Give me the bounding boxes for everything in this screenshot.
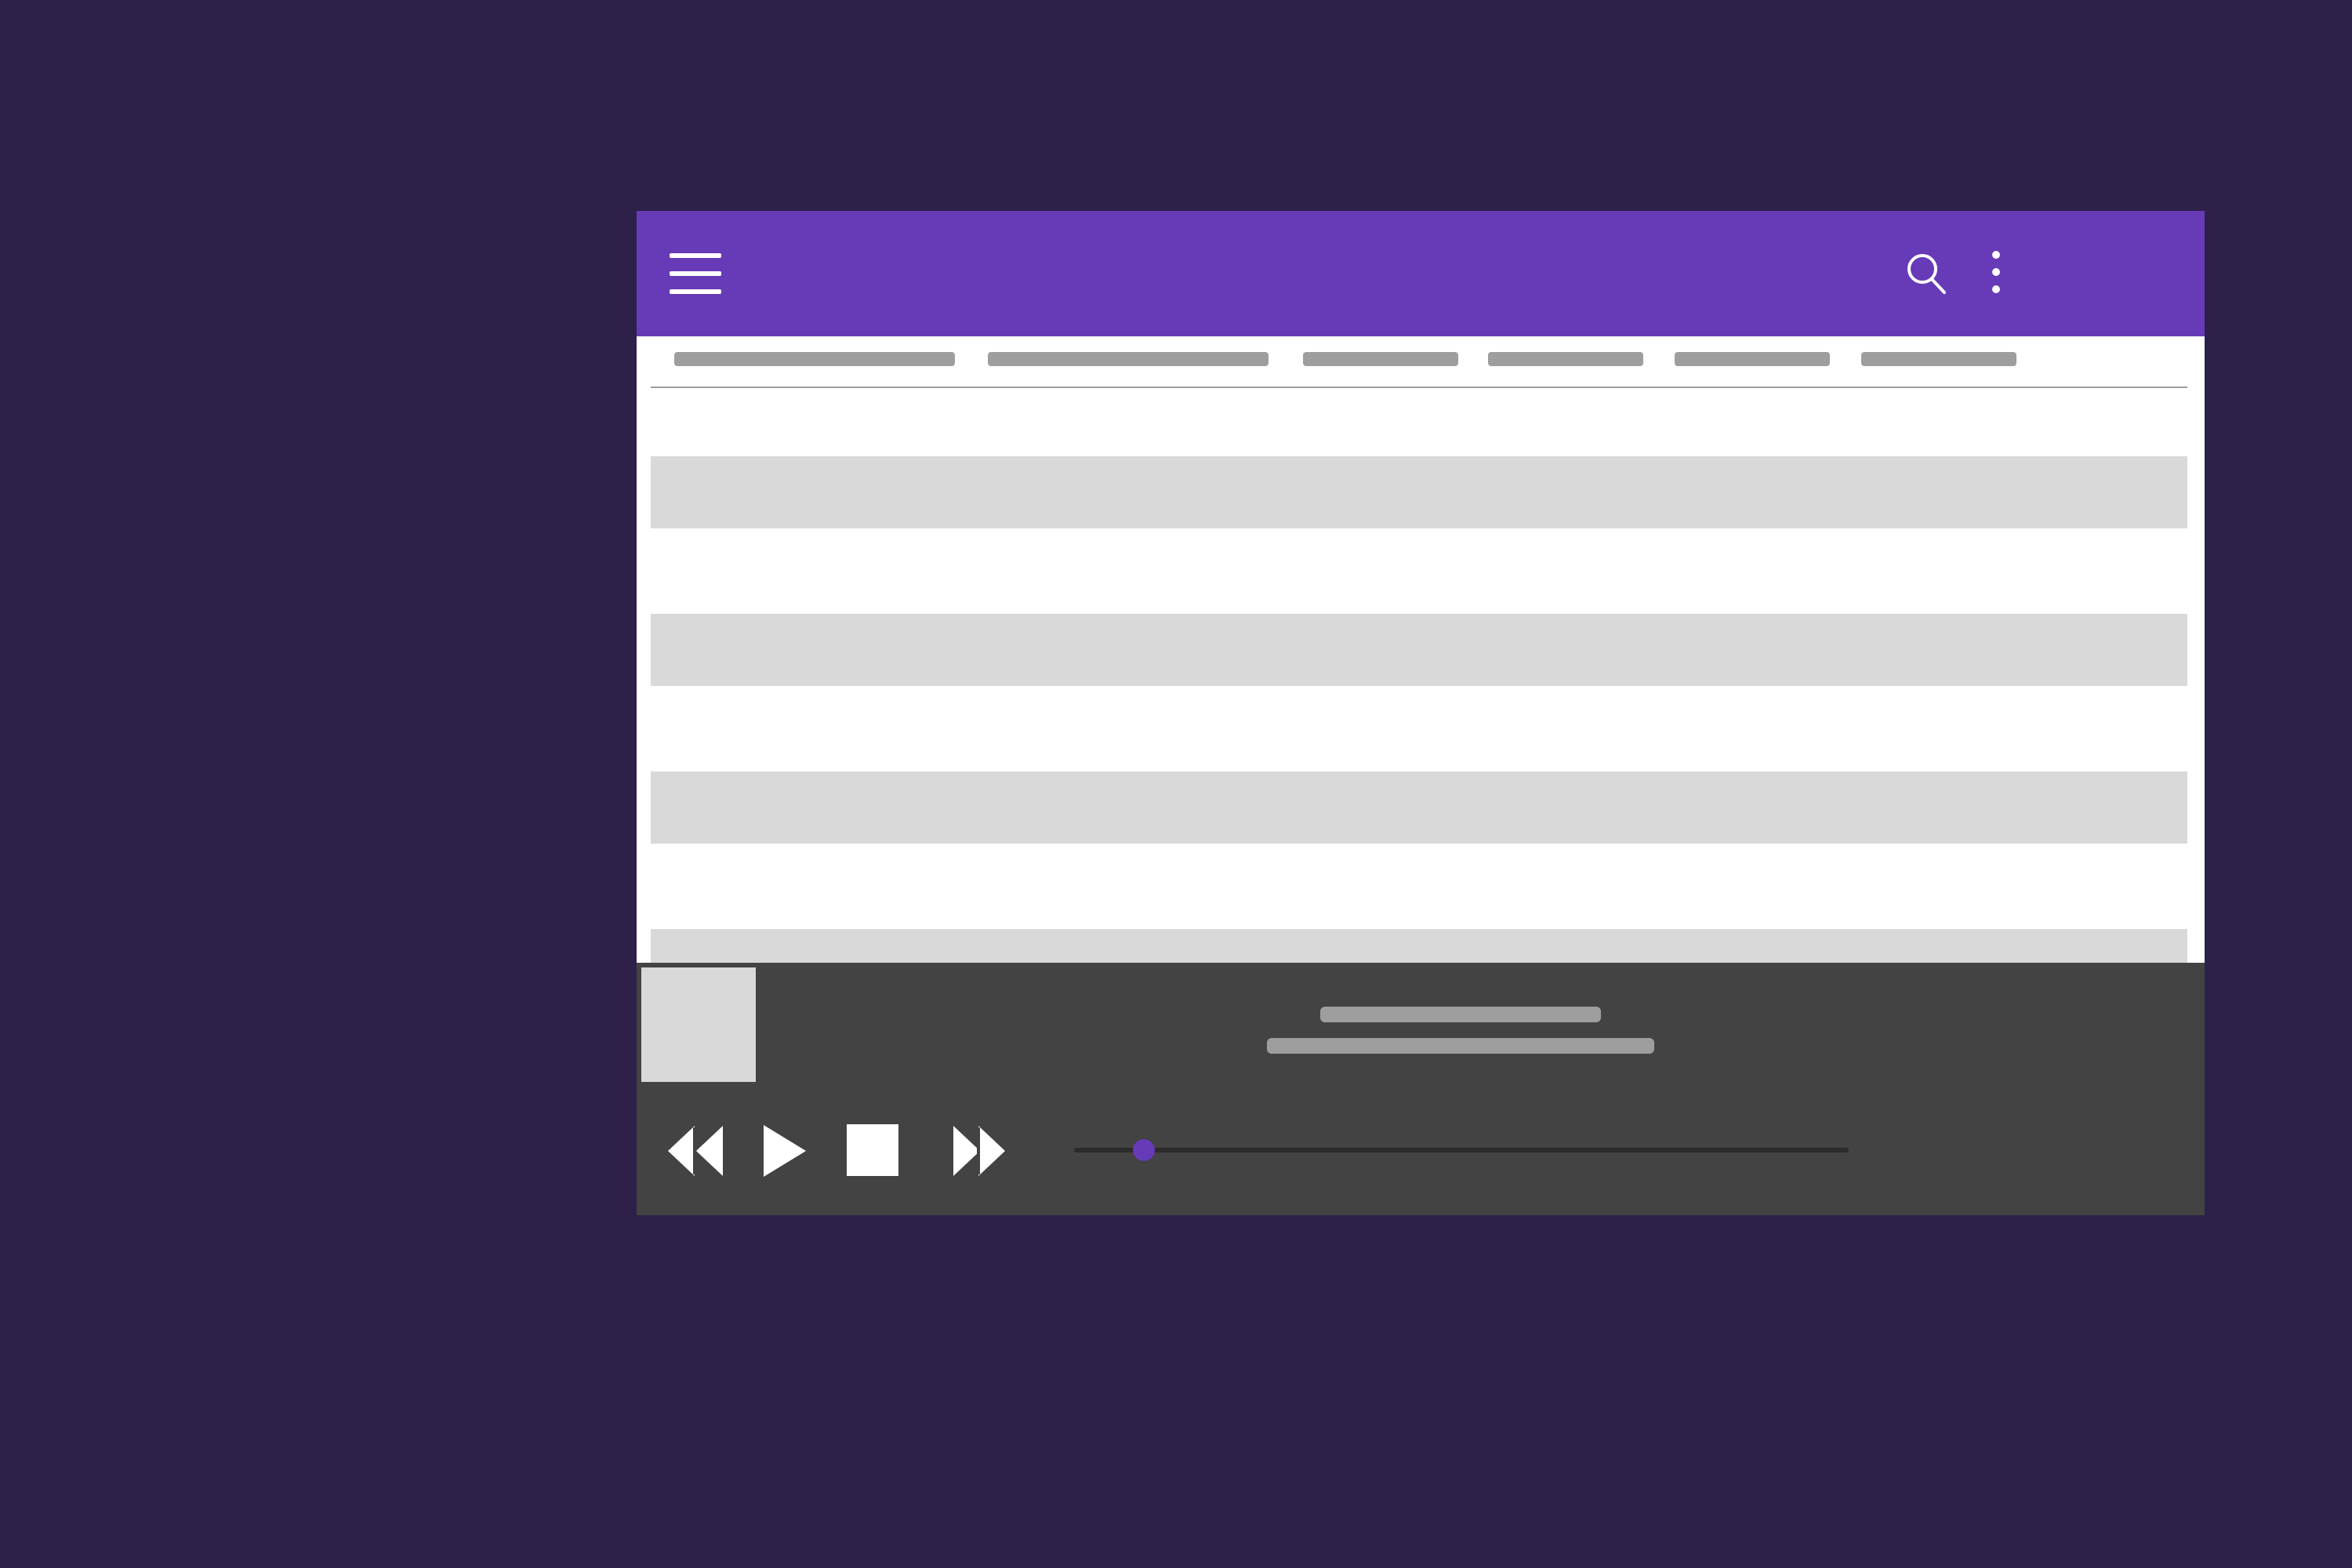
fast-forward-icon[interactable] [953, 1126, 1005, 1176]
table-row[interactable] [651, 528, 2187, 601]
app-window [637, 211, 2205, 1215]
seek-thumb[interactable] [1132, 1139, 1155, 1161]
table-row[interactable] [651, 686, 2187, 758]
table-header [651, 336, 2187, 388]
seek-bar[interactable] [1074, 1139, 1849, 1161]
column-header[interactable] [1861, 352, 2016, 366]
table-row[interactable] [651, 844, 2187, 916]
column-header[interactable] [1303, 352, 1458, 366]
hamburger-menu-icon[interactable] [670, 253, 721, 294]
rewind-icon[interactable] [668, 1126, 723, 1176]
album-art[interactable] [641, 967, 756, 1082]
column-header[interactable] [1675, 352, 1830, 366]
table-row[interactable] [651, 614, 2187, 686]
stop-icon[interactable] [847, 1124, 898, 1176]
play-icon[interactable] [764, 1125, 806, 1177]
column-header[interactable] [674, 352, 955, 366]
table-row[interactable] [651, 456, 2187, 528]
track-artist [1267, 1038, 1654, 1054]
column-header[interactable] [988, 352, 1269, 366]
table-row[interactable] [651, 771, 2187, 844]
search-icon[interactable] [1905, 250, 1949, 297]
track-title [1320, 1007, 1601, 1022]
app-bar [637, 211, 2205, 336]
more-vert-icon[interactable] [1982, 249, 2010, 299]
column-header[interactable] [1488, 352, 1643, 366]
table-row[interactable] [651, 388, 2187, 460]
media-player [637, 963, 2205, 1215]
